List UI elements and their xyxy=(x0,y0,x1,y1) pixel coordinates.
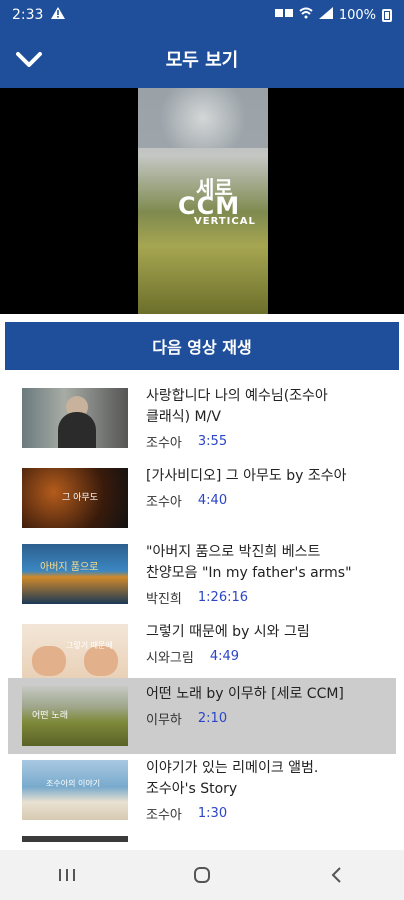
video-thumb-dark: 그 아무도 xyxy=(22,468,128,528)
item-author: 조수아 xyxy=(146,808,182,823)
video-player[interactable]: 세로 CCM VERTICAL xyxy=(0,88,404,314)
item-duration: 2:10 xyxy=(197,711,228,726)
status-time: 2:33 xyxy=(12,7,44,23)
list-item[interactable]: 아버지 품으로 "아버지 품으로 박진희 베스트 찬양모음 "In my fat… xyxy=(8,536,396,612)
warning-icon xyxy=(51,7,66,23)
list-item-active[interactable]: 어떤 노래 어떤 노래 by 이무하 [세로 CCM] 이무하 2:10 xyxy=(8,678,396,754)
item-text: 사랑합니다 나의 예수님(조수아 클래식) M/V 조수아 3:55 xyxy=(146,386,384,451)
signal-icon xyxy=(318,7,333,23)
next-video-label: 다음 영상 재생 xyxy=(152,338,252,357)
item-author: 시와그림 xyxy=(146,651,194,666)
cloud-area xyxy=(138,88,268,148)
navigation-bar xyxy=(0,850,404,900)
item-duration: 1:30 xyxy=(197,806,228,821)
list-item[interactable]: 그 아무도 [가사비디오] 그 아무도 by 조수아 조수아 4:40 xyxy=(8,460,396,536)
video-thumb-sunset: 아버지 품으로 xyxy=(22,544,128,604)
list-item[interactable]: 사랑합니다 나의 예수님(조수아 클래식) M/V 조수아 3:55 xyxy=(8,380,396,456)
video-thumb-portrait xyxy=(22,388,128,448)
item-title-line1: 그렇기 때문에 by 시와 그림 xyxy=(146,624,310,640)
battery-icon xyxy=(382,8,392,22)
data-icon xyxy=(274,7,293,23)
item-title-line2: 찬양모음 "In my father's arms" xyxy=(146,565,352,581)
item-text: 그렇기 때문에 by 시와 그림 시와그림 4:49 xyxy=(146,622,384,666)
item-title-line1: [가사비디오] 그 아무도 by 조수아 xyxy=(146,468,347,484)
video-thumbnail: 세로 CCM VERTICAL xyxy=(138,88,268,314)
item-text: 이야기가 있는 리메이크 앨범. 조수아's Story 조수아 1:30 xyxy=(146,758,384,823)
video-thumb-field: 어떤 노래 xyxy=(22,686,128,746)
app-header: 모두 보기 xyxy=(0,30,404,88)
item-title-line1: "아버지 품으로 박진희 베스트 xyxy=(146,544,321,560)
recent-apps-icon[interactable] xyxy=(47,855,87,895)
chevron-down-icon[interactable] xyxy=(12,44,46,74)
item-title-line1: 이야기가 있는 리메이크 앨범. xyxy=(146,760,319,776)
item-duration: 4:49 xyxy=(209,649,240,664)
partial-thumb xyxy=(22,836,128,842)
battery-text: 100% xyxy=(338,7,376,23)
video-thumb-hands: 그렇기 때문에 xyxy=(22,624,128,684)
item-duration: 3:55 xyxy=(197,434,228,449)
back-icon[interactable] xyxy=(317,855,357,895)
video-thumb-beach: 조수아의 이야기 xyxy=(22,760,128,820)
item-duration: 1:26:16 xyxy=(197,590,249,605)
wifi-icon xyxy=(299,7,313,23)
item-author: 이무하 xyxy=(146,713,182,728)
item-duration: 4:40 xyxy=(197,493,228,508)
status-bar: 2:33 100% xyxy=(0,0,404,30)
video-list[interactable]: 사랑합니다 나의 예수님(조수아 클래식) M/V 조수아 3:55 그 아무도… xyxy=(0,380,404,842)
home-icon[interactable] xyxy=(182,855,222,895)
item-author: 박진희 xyxy=(146,592,182,607)
item-title-line2: 조수아's Story xyxy=(146,781,238,797)
item-author: 조수아 xyxy=(146,495,182,510)
item-title-line1: 사랑합니다 나의 예수님(조수아 xyxy=(146,388,328,404)
item-text: "아버지 품으로 박진희 베스트 찬양모음 "In my father's ar… xyxy=(146,542,384,607)
item-text: [가사비디오] 그 아무도 by 조수아 조수아 4:40 xyxy=(146,466,384,510)
item-text: 어떤 노래 by 이무하 [세로 CCM] 이무하 2:10 xyxy=(146,684,384,728)
video-title-sub: VERTICAL xyxy=(194,216,256,227)
page-title: 모두 보기 xyxy=(165,50,239,71)
next-video-button[interactable]: 다음 영상 재생 xyxy=(5,322,399,370)
list-item[interactable]: 조수아의 이야기 이야기가 있는 리메이크 앨범. 조수아's Story 조수… xyxy=(8,752,396,828)
item-title-line1: 어떤 노래 by 이무하 [세로 CCM] xyxy=(146,686,344,702)
item-title-line2: 클래식) M/V xyxy=(146,409,221,425)
item-author: 조수아 xyxy=(146,436,182,451)
